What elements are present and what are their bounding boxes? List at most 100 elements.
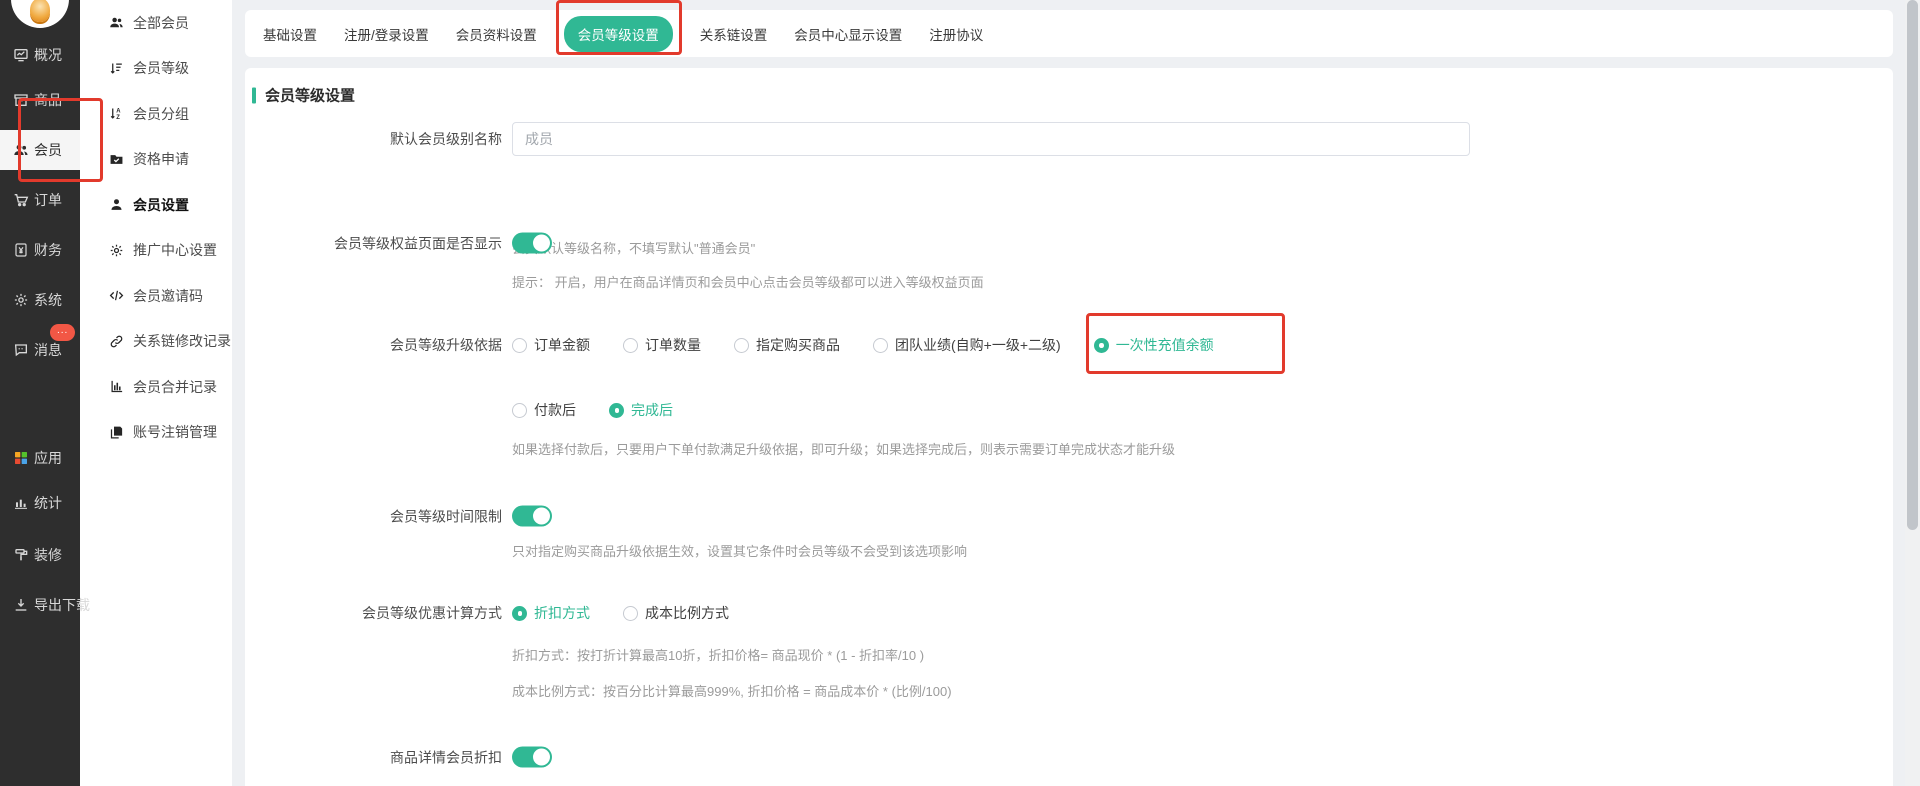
tab-member-info-settings[interactable]: 会员资料设置 — [456, 24, 537, 44]
radio-label: 指定购买商品 — [756, 335, 840, 355]
field-label: 会员等级升级依据 — [245, 335, 502, 355]
radio-circle-icon — [734, 338, 749, 353]
submenu-item-label: 资格申请 — [133, 149, 189, 169]
tab-member-center-display-settings[interactable]: 会员中心显示设置 — [794, 24, 902, 44]
form-row-upgrade-timing: 付款后 完成后 — [245, 400, 1893, 420]
tab-register-agreement[interactable]: 注册协议 — [929, 24, 983, 44]
stats-icon — [13, 495, 29, 511]
radio-label: 订单数量 — [645, 335, 701, 355]
sidebar-item-label: 消息 — [34, 340, 62, 360]
form-row-rights-page: 会员等级权益页面是否显示 — [245, 233, 1893, 254]
file-copy-icon — [109, 425, 124, 440]
radio-label: 成本比例方式 — [645, 603, 729, 623]
submenu-item-member-settings[interactable]: 会员设置 — [80, 182, 232, 228]
time-limit-toggle[interactable] — [512, 506, 552, 527]
users-icon — [109, 15, 124, 30]
submenu-item-promotion-settings[interactable]: 推广中心设置 — [80, 228, 232, 274]
toggle-knob — [533, 235, 550, 252]
radio-circle-icon — [512, 338, 527, 353]
submenu-item-label: 会员分组 — [133, 104, 189, 124]
primary-sidebar: 概况 商品 会员 订单 财务 系统 消息 ... 应用 — [0, 0, 80, 786]
submenu-item-account-cancel[interactable]: 账号注销管理 — [80, 410, 232, 456]
apps-icon — [13, 450, 29, 466]
submenu-item-label: 会员设置 — [133, 195, 189, 215]
radio-after-payment[interactable]: 付款后 — [512, 400, 576, 420]
radio-one-time-recharge[interactable]: 一次性充值余额 — [1094, 335, 1214, 355]
radio-specified-goods[interactable]: 指定购买商品 — [734, 335, 840, 355]
radio-order-amount[interactable]: 订单金额 — [512, 335, 590, 355]
sidebar-item-label: 导出下载 — [34, 595, 90, 615]
tab-member-level-settings[interactable]: 会员等级设置 — [564, 16, 673, 52]
field-label: 会员等级时间限制 — [245, 506, 502, 526]
submenu-item-merge-log[interactable]: 会员合并记录 — [80, 364, 232, 410]
lantern-logo-icon — [30, 0, 50, 22]
radio-after-completion[interactable]: 完成后 — [609, 400, 673, 420]
submenu-item-label: 关系链修改记录 — [133, 331, 231, 351]
submenu-item-relation-chain-log[interactable]: 关系链修改记录 — [80, 319, 232, 365]
sidebar-item-system[interactable]: 系统 — [0, 285, 80, 315]
field-label: 商品详情会员折扣 — [245, 747, 502, 767]
avatar[interactable] — [11, 0, 69, 28]
overview-icon — [13, 47, 29, 63]
gear-icon — [13, 292, 29, 308]
sidebar-item-statistics[interactable]: 统计 — [0, 488, 80, 518]
radio-discount-mode[interactable]: 折扣方式 — [512, 603, 590, 623]
cart-icon — [13, 192, 29, 208]
sidebar-item-finance[interactable]: 财务 — [0, 235, 80, 265]
tab-register-login-settings[interactable]: 注册/登录设置 — [344, 24, 429, 44]
radio-circle-icon — [1094, 338, 1109, 353]
person-icon — [109, 197, 124, 212]
rights-page-toggle[interactable] — [512, 233, 552, 254]
sidebar-item-apps[interactable]: 应用 — [0, 443, 80, 473]
field-label: 会员等级权益页面是否显示 — [245, 233, 502, 253]
tab-relation-chain-settings[interactable]: 关系链设置 — [700, 24, 768, 44]
form-row-discount-mode: 会员等级优惠计算方式 折扣方式 成本比例方式 — [245, 603, 1893, 623]
detail-discount-toggle[interactable] — [512, 747, 552, 768]
radio-circle-icon — [512, 606, 527, 621]
settings-card: 会员等级设置 默认会员级别名称 会员默认等级名称，不填写默认"普通会员" 会员等… — [245, 68, 1893, 786]
app-root: 概况 商品 会员 订单 财务 系统 消息 ... 应用 — [0, 0, 1920, 786]
sidebar-item-export[interactable]: 导出下载 — [0, 590, 80, 620]
submenu-item-invite-code[interactable]: 会员邀请码 — [80, 273, 232, 319]
form-row-time-limit: 会员等级时间限制 — [245, 506, 1893, 527]
bar-chart-icon — [109, 379, 124, 394]
default-level-name-input[interactable] — [512, 122, 1470, 156]
sidebar-item-member[interactable]: 会员 — [0, 130, 80, 170]
sidebar-item-orders[interactable]: 订单 — [0, 185, 80, 215]
folder-check-icon — [109, 152, 124, 167]
radio-label: 团队业绩(自购+一级+二级) — [895, 335, 1061, 355]
submenu-item-qualification[interactable]: 资格申请 — [80, 137, 232, 183]
sidebar-item-overview[interactable]: 概况 — [0, 40, 80, 70]
code-icon — [109, 288, 124, 303]
page-scrollbar[interactable] — [1905, 0, 1920, 786]
sidebar-item-label: 概况 — [34, 45, 62, 65]
svg-text:A: A — [116, 109, 121, 115]
radio-order-count[interactable]: 订单数量 — [623, 335, 701, 355]
tab-basic-settings[interactable]: 基础设置 — [263, 24, 317, 44]
sidebar-item-decorate[interactable]: 装修 — [0, 540, 80, 570]
radio-circle-icon — [623, 606, 638, 621]
finance-icon — [13, 242, 29, 258]
radio-label: 折扣方式 — [534, 603, 590, 623]
scrollbar-thumb[interactable] — [1907, 0, 1918, 530]
section-title: 会员等级设置 — [245, 85, 355, 106]
submenu-item-member-level[interactable]: 会员等级 — [80, 46, 232, 92]
member-icon — [13, 142, 29, 158]
goods-icon — [13, 92, 29, 108]
radio-cost-ratio-mode[interactable]: 成本比例方式 — [623, 603, 729, 623]
sidebar-item-goods[interactable]: 商品 — [0, 85, 80, 115]
submenu-item-label: 全部会员 — [133, 13, 189, 33]
section-title-text: 会员等级设置 — [265, 85, 355, 106]
submenu-item-member-group[interactable]: AZ 会员分组 — [80, 91, 232, 137]
radio-label: 完成后 — [631, 400, 673, 420]
sidebar-item-label: 商品 — [34, 90, 62, 110]
form-row-default-level-name: 默认会员级别名称 — [245, 122, 1893, 156]
help-text: 如果选择付款后，只要用户下单付款满足升级依据，即可升级；如果选择完成后，则表示需… — [512, 439, 1175, 458]
radio-team-performance[interactable]: 团队业绩(自购+一级+二级) — [873, 335, 1061, 355]
download-icon — [13, 597, 29, 613]
form-row-upgrade-basis: 会员等级升级依据 订单金额 订单数量 指定购买商品 — [245, 335, 1893, 355]
sidebar-item-label: 系统 — [34, 290, 62, 310]
submenu-item-all-members[interactable]: 全部会员 — [80, 0, 232, 46]
radio-circle-icon — [873, 338, 888, 353]
help-text: 提示： 开启，用户在商品详情页和会员中心点击会员等级都可以进入等级权益页面 — [512, 272, 984, 291]
